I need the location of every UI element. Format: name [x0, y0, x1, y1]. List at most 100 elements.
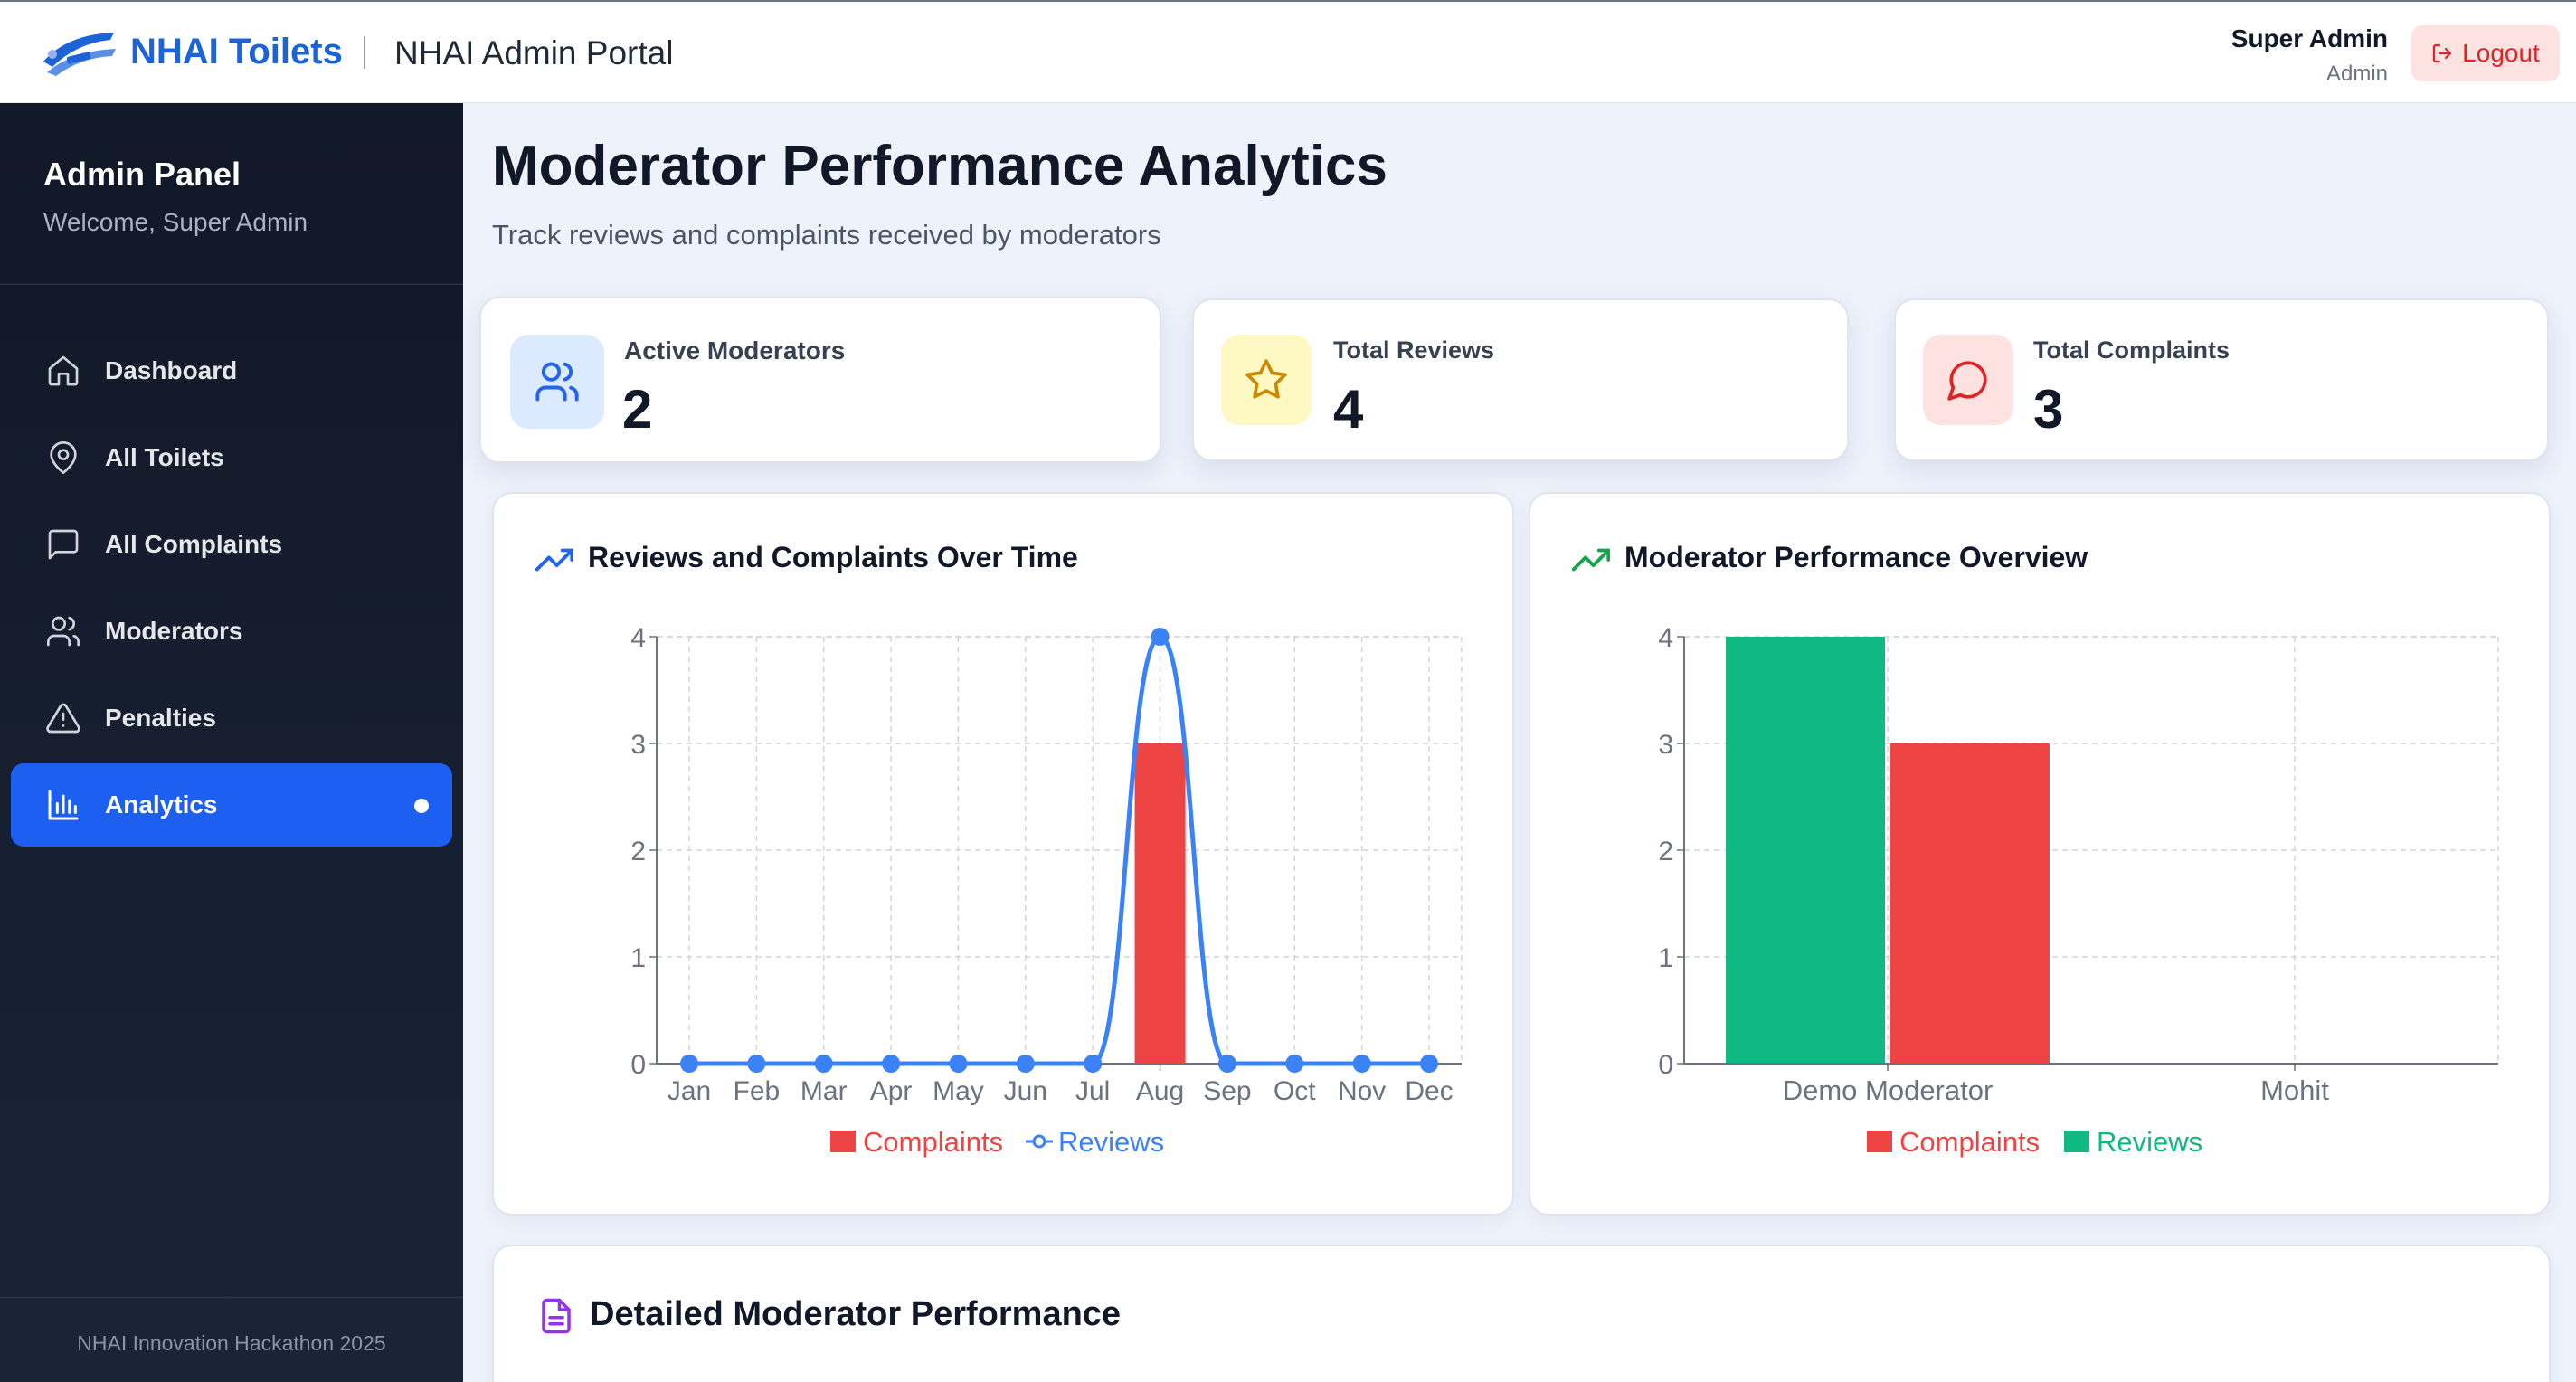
- stat-value: 3: [2033, 379, 2064, 440]
- user-name: Super Admin: [2230, 24, 2388, 52]
- sidebar-item-label: Moderators: [105, 617, 243, 645]
- y-tick-label: 4: [630, 623, 646, 653]
- reviews-point: [747, 1055, 766, 1073]
- reviews-point: [680, 1055, 698, 1073]
- y-tick-label: 0: [630, 1050, 646, 1080]
- x-tick-label: Sep: [1203, 1076, 1251, 1106]
- sidebar: Admin Panel Welcome, Super Admin Dashboa…: [0, 103, 463, 1382]
- stat-value: 2: [622, 379, 653, 440]
- message-circle-icon: [1923, 335, 2013, 425]
- reviews-point: [814, 1055, 833, 1073]
- x-tick-label: Demo Moderator: [1783, 1074, 1994, 1106]
- y-tick-label: 0: [1658, 1050, 1673, 1080]
- sidebar-footer: NHAI Innovation Hackathon 2025: [77, 1331, 386, 1355]
- detailed-performance-panel: Detailed Moderator Performance: [492, 1245, 2551, 1382]
- x-tick-label: Jun: [1004, 1076, 1047, 1106]
- reviews-point: [949, 1055, 968, 1073]
- stat-card-total-complaints: Total Complaints 3: [1894, 298, 2549, 461]
- y-tick-label: 3: [630, 730, 646, 760]
- x-tick-label: Feb: [734, 1076, 781, 1106]
- active-indicator-dot: [414, 799, 429, 813]
- x-tick-label: Apr: [870, 1076, 913, 1106]
- sidebar-item-label: Dashboard: [105, 356, 238, 384]
- users-icon: [43, 611, 83, 651]
- home-icon: [43, 351, 83, 391]
- reviews-point: [1217, 1055, 1236, 1073]
- y-tick-label: 2: [630, 837, 646, 866]
- section-title: Detailed Moderator Performance: [590, 1295, 1122, 1333]
- chart-panel-moderator-overview: Moderator Performance Overview 0 1 2 3 4 Demo…: [1529, 492, 2551, 1216]
- sidebar-title: Admin Panel: [43, 156, 242, 193]
- bar-chart-icon: [43, 785, 83, 825]
- complaints-bar: [1890, 743, 2050, 1064]
- stat-value: 4: [1333, 379, 1364, 440]
- x-tick-label: Dec: [1405, 1076, 1453, 1106]
- sidebar-item-all-toilets[interactable]: All Toilets: [11, 416, 452, 499]
- reviews-bar: [1726, 637, 1885, 1064]
- sidebar-item-moderators[interactable]: Moderators: [11, 590, 452, 673]
- y-tick-label: 1: [1658, 943, 1673, 973]
- map-pin-icon: [43, 438, 83, 478]
- legend-label-reviews: Reviews: [1058, 1126, 1164, 1158]
- x-tick-label: Mar: [800, 1076, 848, 1106]
- y-tick-label: 1: [630, 943, 646, 973]
- moderator-performance-chart: 0 1 2 3 4 Demo Moderator Mohit Complaints Review…: [1658, 623, 2499, 1158]
- sidebar-item-label: All Toilets: [105, 443, 224, 471]
- legend-swatch-complaints: [830, 1131, 856, 1152]
- legend-swatch-reviews: [2064, 1131, 2089, 1152]
- stat-card-total-reviews: Total Reviews 4: [1192, 298, 1849, 461]
- sidebar-item-dashboard[interactable]: Dashboard: [11, 329, 452, 412]
- complaints-bar: [1134, 743, 1186, 1064]
- reviews-point: [1151, 628, 1170, 646]
- sidebar-item-penalties[interactable]: Penalties: [11, 677, 452, 760]
- x-tick-label: Jan: [668, 1076, 711, 1106]
- brand-divider: [364, 36, 365, 69]
- user-role: Admin: [2325, 62, 2388, 86]
- sidebar-divider: [0, 284, 463, 285]
- legend-label-complaints: Complaints: [863, 1126, 1003, 1158]
- chart-panel-over-time: Reviews and Complaints Over Time 0 1 2 3 4 Ja…: [492, 492, 1514, 1216]
- sidebar-item-analytics[interactable]: Analytics: [11, 763, 452, 847]
- page-subtitle: Track reviews and complaints received by…: [492, 219, 1161, 251]
- users-icon: [510, 335, 604, 429]
- x-tick-label: Mohit: [2260, 1074, 2329, 1106]
- nhai-logo-icon: [43, 33, 116, 76]
- reviews-point: [1285, 1055, 1304, 1073]
- star-icon: [1221, 335, 1312, 425]
- logout-button[interactable]: Logout: [2411, 25, 2560, 81]
- page-title: Moderator Performance Analytics: [492, 135, 1388, 197]
- x-tick-label: Nov: [1338, 1076, 1386, 1106]
- portal-name: NHAI Admin Portal: [394, 34, 674, 71]
- sidebar-item-label: All Complaints: [105, 530, 283, 558]
- file-text-icon: [542, 1298, 571, 1334]
- x-tick-label: May: [933, 1076, 984, 1106]
- stat-label: Active Moderators: [624, 336, 846, 364]
- sidebar-item-label: Analytics: [105, 790, 218, 819]
- y-tick-label: 2: [1658, 837, 1673, 866]
- legend-label-reviews: Reviews: [2097, 1126, 2202, 1158]
- x-tick-label: Aug: [1136, 1076, 1184, 1106]
- reviews-point: [1016, 1055, 1035, 1073]
- sidebar-item-label: Penalties: [105, 704, 216, 732]
- reviews-point: [1084, 1055, 1103, 1073]
- y-tick-label: 4: [1658, 623, 1673, 653]
- x-tick-label: Jul: [1075, 1076, 1110, 1106]
- reviews-complaints-over-time-chart: 0 1 2 3 4 Jan Feb Mar Apr May Jun Jul Aug Sep Oct Nov De…: [630, 623, 1463, 1158]
- y-tick-label: 3: [1658, 730, 1673, 760]
- stat-label: Total Reviews: [1333, 336, 1495, 364]
- legend-marker-reviews: [1032, 1134, 1046, 1149]
- logout-label: Logout: [2462, 39, 2540, 67]
- reviews-point: [1420, 1055, 1438, 1073]
- reviews-point: [1352, 1055, 1371, 1073]
- legend-label-complaints: Complaints: [1899, 1126, 2040, 1158]
- stat-card-active-moderators: Active Moderators 2: [479, 297, 1161, 463]
- sidebar-item-all-complaints[interactable]: All Complaints: [11, 503, 452, 586]
- logout-icon: [2433, 43, 2452, 63]
- message-square-icon: [43, 525, 83, 564]
- stat-label: Total Complaints: [2033, 336, 2230, 364]
- reviews-point: [882, 1055, 901, 1073]
- brand-title[interactable]: NHAI Toilets: [130, 32, 343, 72]
- sidebar-welcome: Welcome, Super Admin: [43, 208, 308, 236]
- legend-swatch-complaints: [1867, 1131, 1892, 1152]
- alert-triangle-icon: [43, 698, 83, 738]
